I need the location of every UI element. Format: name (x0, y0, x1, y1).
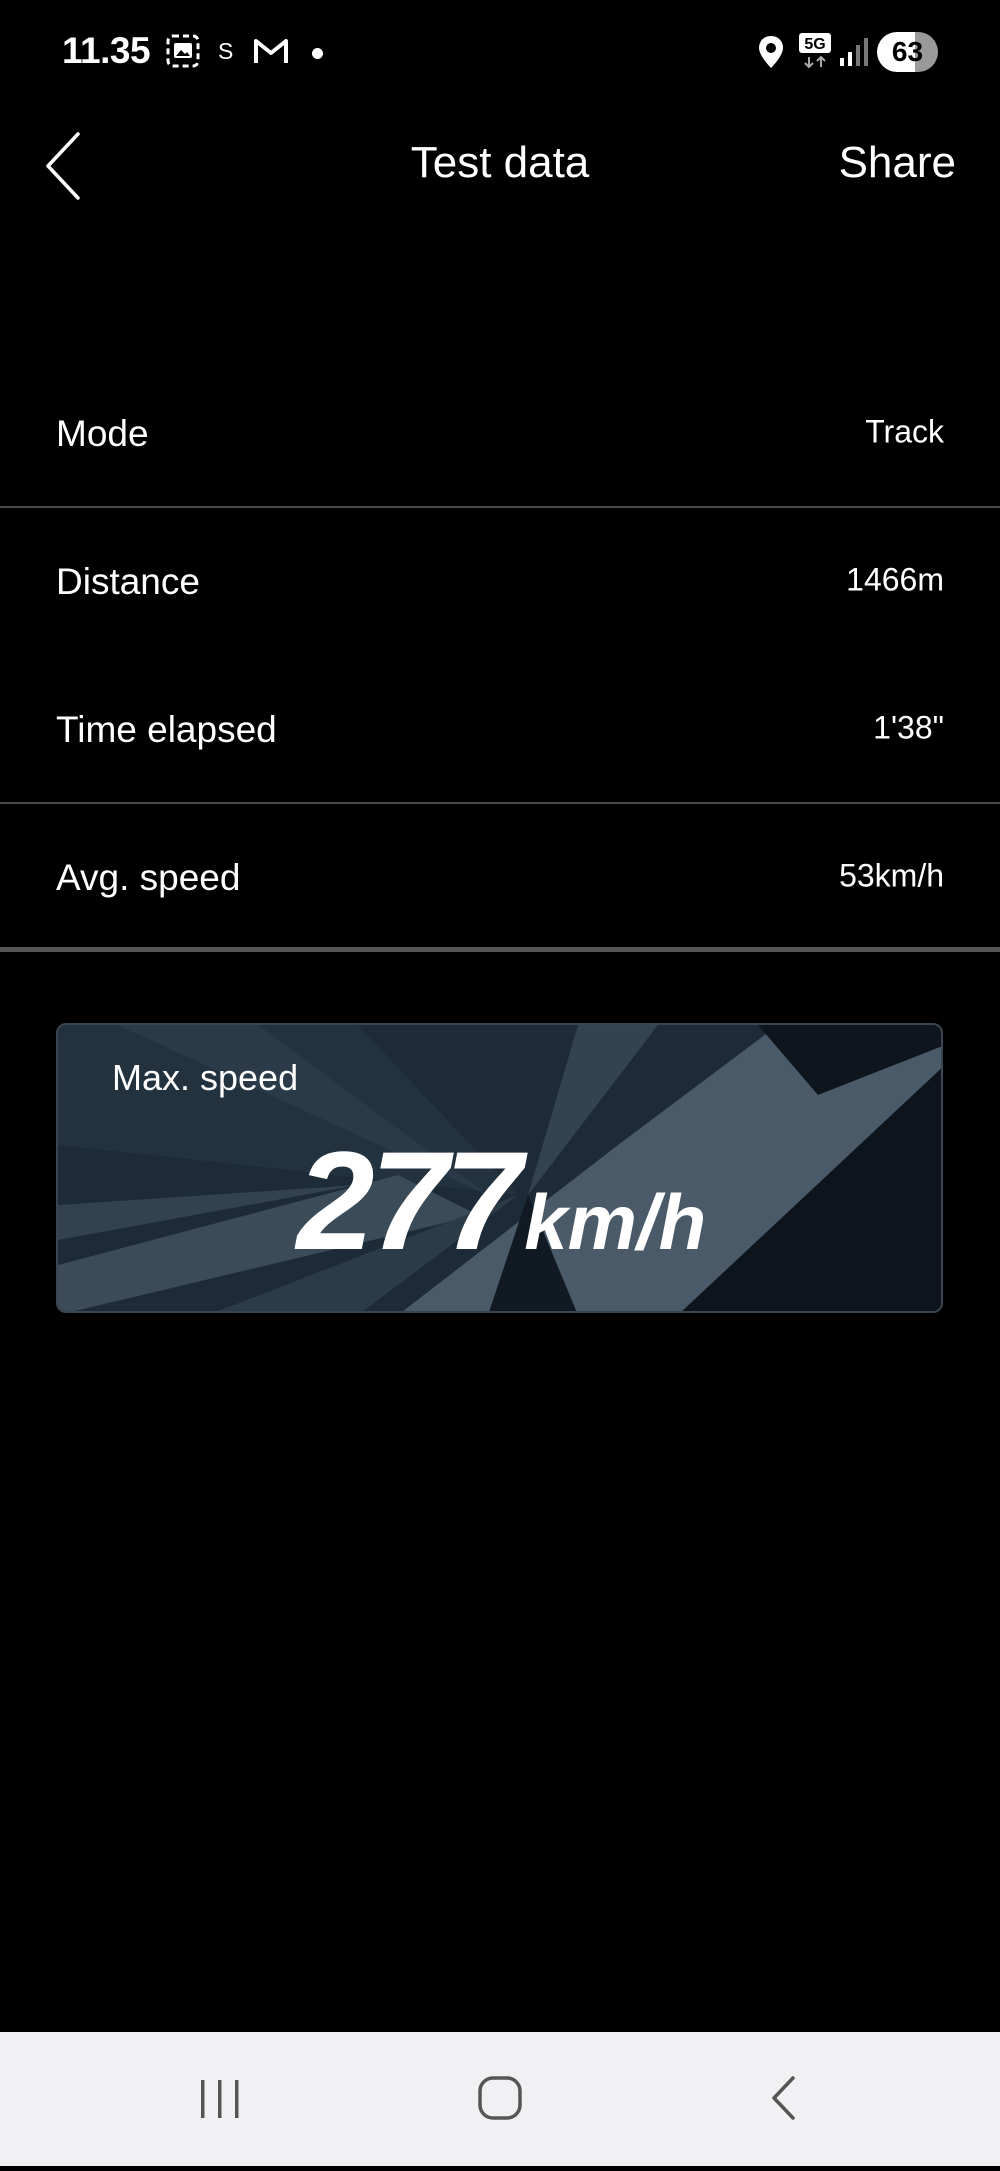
row-label: Time elapsed (56, 709, 277, 750)
status-time: 11.35 (62, 30, 151, 71)
image-icon (165, 33, 201, 74)
nav-back-icon (772, 2076, 795, 2120)
system-nav-bar (0, 2032, 1000, 2166)
location-pin-icon (756, 34, 786, 75)
row-value: 53km/h (839, 857, 944, 894)
recents-icon (201, 2080, 239, 2118)
max-speed-card: Max. speed 277km/h (56, 1023, 943, 1313)
row-time-elapsed: Time elapsed 1'38" (0, 656, 1000, 804)
row-value: 1'38" (873, 709, 944, 746)
network-5g-icon: 5G (797, 31, 833, 74)
gmail-icon (252, 33, 290, 74)
row-label: Distance (56, 561, 200, 602)
signal-bars-icon (838, 36, 870, 73)
battery-level: 63 (891, 36, 924, 67)
notification-dot (312, 48, 323, 59)
max-speed-value: 277 (296, 1122, 523, 1279)
row-mode: Mode Track (0, 360, 1000, 508)
test-data-list: Mode Track Distance 1466m Time elapsed 1… (0, 360, 1000, 952)
share-button[interactable]: Share (839, 138, 956, 188)
s-notification-label: S (218, 38, 234, 64)
status-bar: 11.35 S 5G 63 (0, 0, 1000, 100)
row-avg-speed: Avg. speed 53km/h (0, 804, 1000, 952)
row-label: Mode (56, 413, 149, 454)
max-speed-label: Max. speed (112, 1057, 299, 1098)
row-label: Avg. speed (56, 857, 241, 898)
battery-indicator: 63 (877, 32, 938, 72)
divider (0, 947, 1000, 952)
recents-button[interactable] (120, 2032, 320, 2166)
home-button[interactable] (400, 2032, 600, 2166)
row-distance: Distance 1466m (0, 508, 1000, 656)
home-icon (478, 2076, 522, 2120)
header: Test data Share (0, 100, 1000, 230)
row-value: 1466m (846, 561, 944, 598)
max-speed-readout: 277km/h (58, 1120, 941, 1282)
row-value: Track (865, 413, 944, 450)
nav-back-button[interactable] (680, 2032, 880, 2166)
network-label: 5G (804, 36, 825, 53)
max-speed-unit: km/h (524, 1178, 707, 1266)
